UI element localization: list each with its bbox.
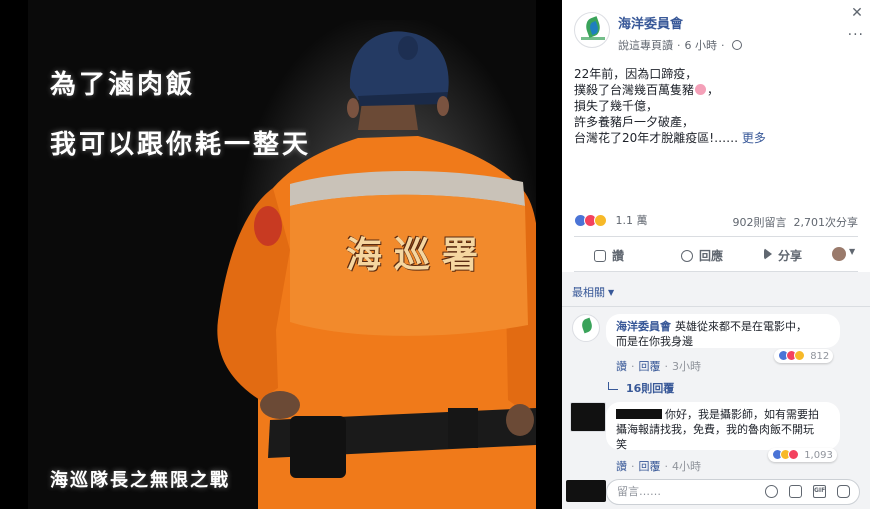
- post-time[interactable]: 6 小時: [685, 39, 718, 52]
- comment-bubble-icon: [681, 250, 693, 262]
- engagement-counts: 902則留言 2,701次分享: [733, 214, 859, 230]
- reply-arrow-icon: [608, 382, 618, 390]
- post-side-panel: 海洋委員會 說這專頁讀 · 6 小時 · ✕ ··· 22年前，因為口蹄疫， 撲殺了台…: [562, 0, 870, 509]
- gif-icon[interactable]: GIF: [813, 485, 826, 498]
- comment-like-link[interactable]: 讚: [616, 460, 627, 473]
- sticker-icon[interactable]: [837, 485, 850, 498]
- post-body-line: 22年前，因為口蹄疫，: [574, 67, 698, 81]
- poster-headline-line1: 為了滷肉飯: [50, 70, 196, 100]
- post-meta: 說這專頁讀 · 6 小時 ·: [618, 37, 742, 53]
- comment-actions: 讚 · 回覆 · 4小時: [616, 460, 701, 473]
- comment-like-link[interactable]: 讚: [616, 360, 627, 373]
- close-button[interactable]: ✕: [850, 6, 864, 20]
- share-button-label: 分享: [778, 249, 803, 263]
- reaction-summary: 1.1 萬 902則留言 2,701次分享: [574, 212, 858, 230]
- share-button[interactable]: 分享: [764, 247, 802, 264]
- page-avatar[interactable]: [574, 12, 610, 48]
- comment-bubble: 海洋委員會 英雄從來都不是在電影中， 而是在你我身邊: [606, 314, 840, 348]
- comment-reply-link[interactable]: 回覆: [639, 360, 661, 373]
- like-button[interactable]: 讚: [594, 247, 624, 264]
- viewer-avatar[interactable]: [832, 247, 846, 261]
- post-body-line-text: 撲殺了台灣幾百萬隻豬: [574, 83, 695, 97]
- haha-reaction-icon: [594, 213, 607, 227]
- post-body-line: 損失了幾千億，: [574, 99, 659, 113]
- like-button-label: 讚: [612, 249, 625, 263]
- translate-link[interactable]: 說這專頁讀: [618, 39, 673, 52]
- chevron-down-icon[interactable]: ▼: [849, 247, 855, 256]
- comment-button[interactable]: 回應: [681, 247, 723, 264]
- comment-author-avatar[interactable]: [572, 314, 600, 342]
- view-replies-link[interactable]: 16則回覆: [608, 380, 674, 396]
- haha-reaction-icon: [794, 350, 805, 361]
- caret-down-icon: ▼: [608, 288, 615, 297]
- comment-reaction-count: 812: [810, 350, 830, 362]
- post-photo[interactable]: 為了滷肉飯 我可以跟你耗一整天 海巡署 海巡隊長之無限之戰: [28, 0, 536, 509]
- view-replies-label: 16則回覆: [626, 382, 675, 395]
- globe-icon: [731, 40, 742, 50]
- logo-text-mark: [581, 37, 605, 40]
- comment-text: 笑: [616, 438, 627, 451]
- page-name-link[interactable]: 海洋委員會: [618, 13, 742, 32]
- comment-count[interactable]: 902則留言: [733, 216, 787, 229]
- logo-leaf-shape: [580, 317, 594, 334]
- post-action-bar: 讚 回應 分享 ▼: [574, 236, 858, 272]
- comment-reaction-count: 1,093: [804, 449, 833, 461]
- post-options-button[interactable]: ···: [848, 28, 864, 42]
- post-body: 22年前，因為口蹄疫， 撲殺了台灣幾百萬隻豬， 損失了幾千億， 許多養豬戶一夕破…: [574, 66, 858, 146]
- emoji-icon[interactable]: [765, 485, 778, 498]
- post-body-line-text: 台灣花了20年才脫離疫區!……: [574, 131, 739, 145]
- comments-section: 最相關 ▼ 海洋委員會 英雄從來都不是在電影中， 而是在你我身邊 812 讚 · 回覆 ·…: [562, 272, 870, 509]
- photo-viewer: 為了滷肉飯 我可以跟你耗一整天 海巡署 海巡隊長之無限之戰: [0, 0, 562, 509]
- comment-reply-link[interactable]: 回覆: [639, 460, 661, 473]
- reaction-count[interactable]: 1.1 萬: [616, 214, 648, 227]
- post-header: 海洋委員會 說這專頁讀 · 6 小時 ·: [574, 12, 858, 52]
- header-text: 海洋委員會 說這專頁讀 · 6 小時 ·: [618, 13, 742, 53]
- love-reaction-icon: [788, 449, 799, 460]
- share-arrow-icon: [764, 248, 772, 260]
- share-count[interactable]: 2,701次分享: [794, 216, 859, 229]
- poster-caption: 海巡隊長之無限之戰: [50, 470, 230, 491]
- comment-author-avatar[interactable]: [570, 402, 606, 432]
- comment-time[interactable]: 3小時: [672, 360, 701, 373]
- post-body-line: 撲殺了台灣幾百萬隻豬，: [574, 83, 720, 97]
- comment-text: 攝海報請找我，免費，我的魯肉飯不開玩: [616, 423, 814, 436]
- comment-composer: 留言…… GIF: [562, 474, 870, 509]
- camera-icon[interactable]: [789, 485, 802, 498]
- redacted-author-name: [616, 409, 662, 419]
- see-more-link[interactable]: 更多: [742, 131, 766, 145]
- divider: [562, 306, 870, 307]
- comment-text: 你好，我是攝影師，如有需要拍: [665, 408, 819, 421]
- comment-bubble: 你好，我是攝影師，如有需要拍 攝海報請找我，免費，我的魯肉飯不開玩 笑: [606, 402, 840, 451]
- viewer-avatar: [566, 480, 606, 502]
- comment-author[interactable]: 海洋委員會: [616, 320, 671, 333]
- meta-separator: ·: [721, 39, 725, 52]
- post-body-line: 台灣花了20年才脫離疫區!…… 更多: [574, 130, 858, 146]
- comment-text: 而是在你我身邊: [616, 335, 693, 348]
- comment-reaction-badge[interactable]: 1,093: [768, 448, 837, 462]
- thumbs-up-icon: [594, 250, 606, 262]
- comment-sort-label: 最相關: [572, 286, 605, 299]
- comment-sort-dropdown[interactable]: 最相關 ▼: [572, 284, 614, 300]
- back-patch-text: 海巡署: [346, 234, 491, 276]
- comment-text: 英雄從來都不是在電影中，: [675, 320, 807, 333]
- pig-emoji-icon: [695, 84, 707, 95]
- post-body-line: 許多養豬戶一夕破產，: [574, 115, 695, 129]
- comment-reaction-badge[interactable]: 812: [774, 349, 834, 363]
- comment-button-label: 回應: [699, 249, 724, 263]
- comment-actions: 讚 · 回覆 · 3小時: [616, 360, 701, 373]
- comment-time[interactable]: 4小時: [672, 460, 701, 473]
- poster-headline-line2: 我可以跟你耗一整天: [50, 130, 312, 160]
- meta-separator: ·: [677, 39, 681, 52]
